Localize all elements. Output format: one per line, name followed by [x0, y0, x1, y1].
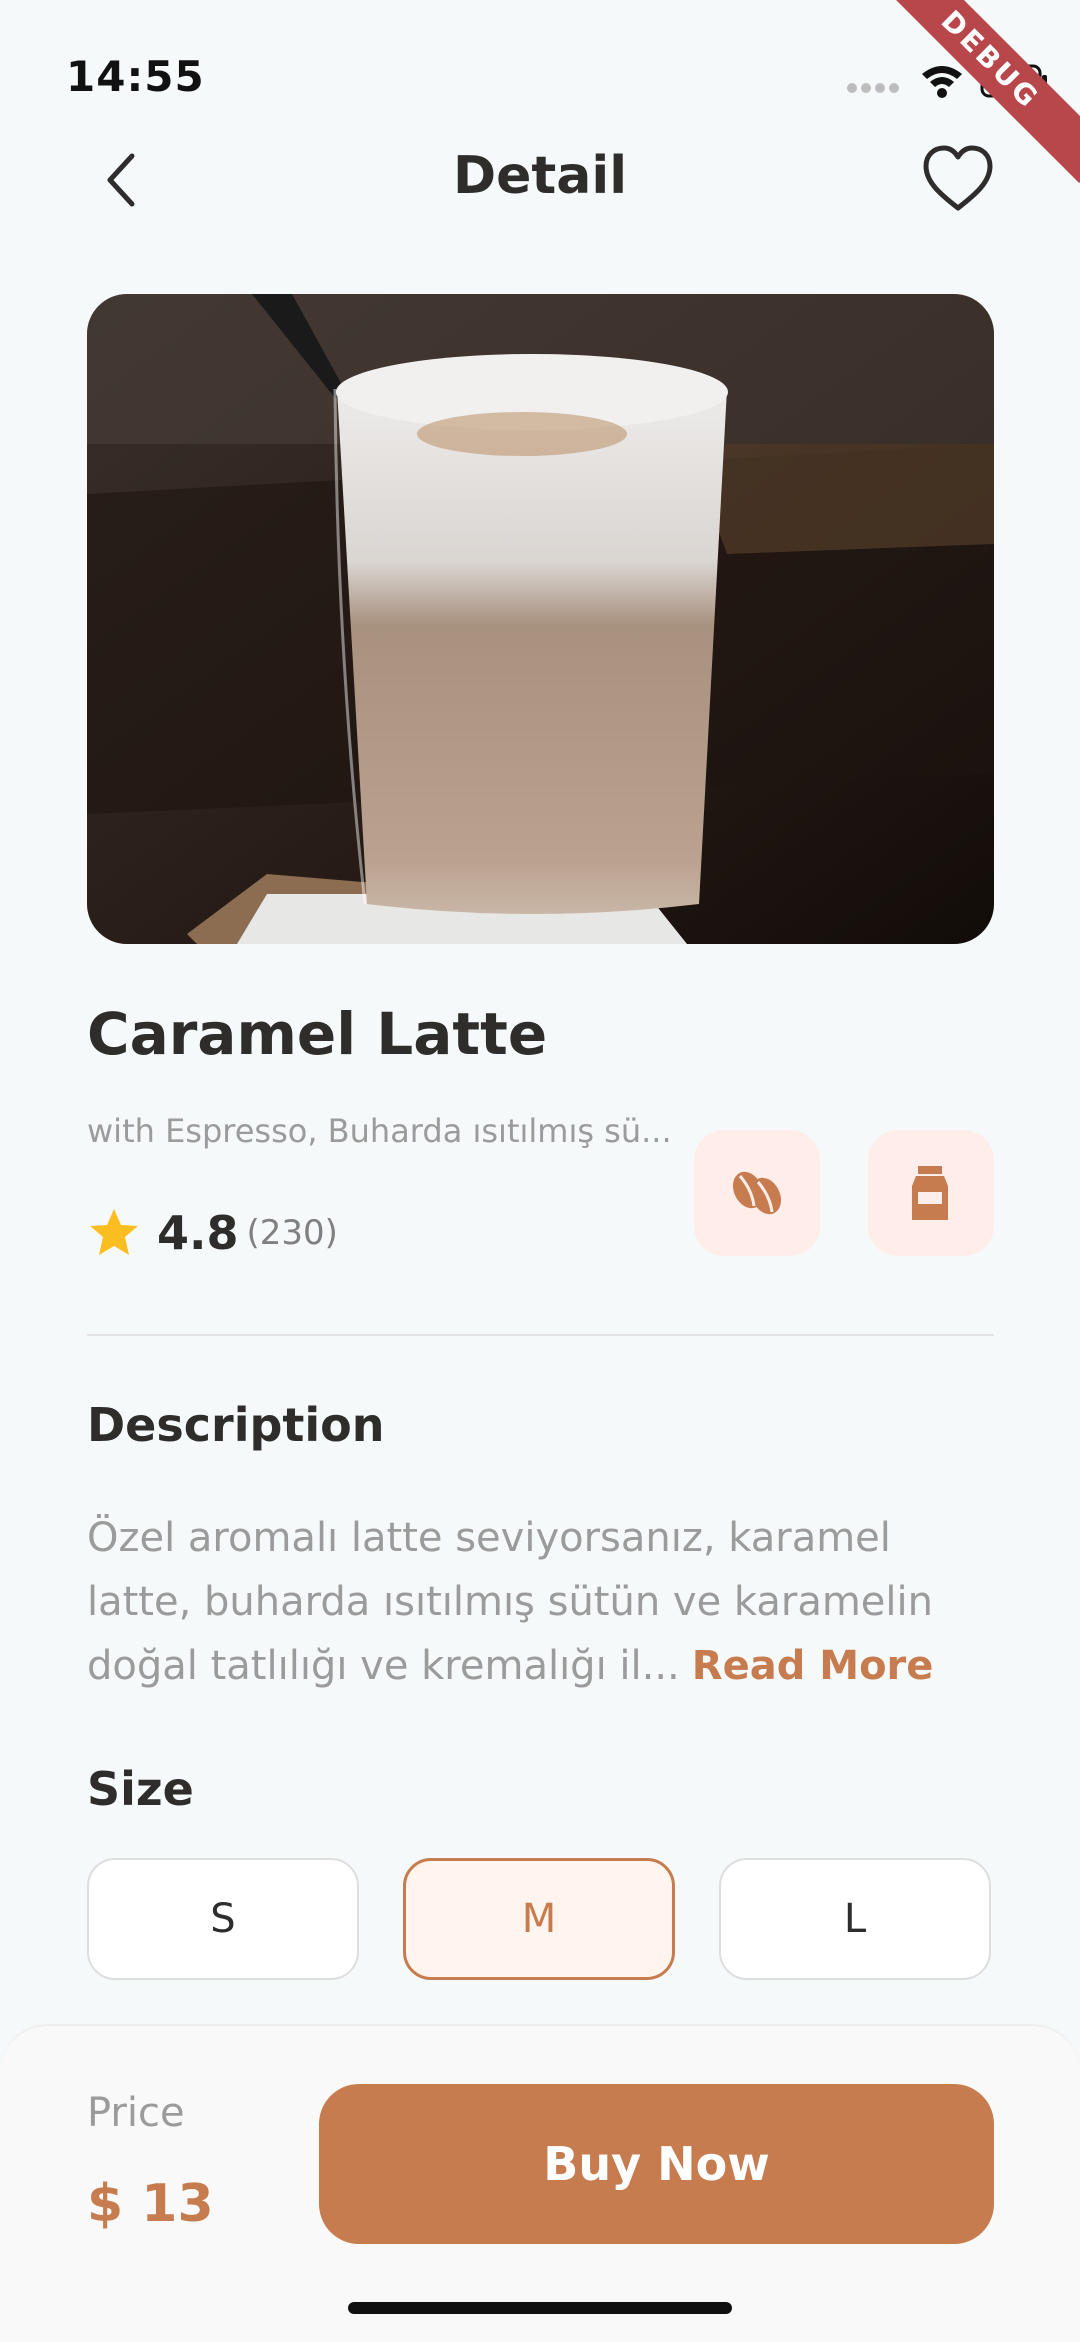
description-heading: Description [87, 1398, 385, 1452]
milk-feature-chip [868, 1130, 994, 1256]
star-icon [90, 1209, 138, 1255]
buy-now-button[interactable]: Buy Now [319, 2084, 994, 2244]
divider [87, 1334, 994, 1336]
size-heading: Size [87, 1762, 194, 1816]
product-name: Caramel Latte [87, 1000, 548, 1068]
read-more-link[interactable]: Read More [692, 1643, 934, 1689]
rating-row: 4.8 (230) [87, 1198, 338, 1268]
rating-count: (230) [246, 1213, 338, 1253]
cellular-signal-icon [847, 83, 899, 93]
heart-icon [923, 145, 993, 211]
coffee-feature-chip [694, 1130, 820, 1256]
status-time: 14:55 [66, 52, 205, 101]
coffee-bean-icon [732, 1171, 782, 1215]
description-text: Özel aromalı latte seviyorsanız, karamel… [87, 1506, 1007, 1698]
price-value: $ 13 [87, 2174, 214, 2234]
product-image [87, 294, 994, 944]
milk-carton-icon [912, 1166, 948, 1220]
home-indicator [348, 2302, 732, 2314]
wifi-icon [922, 66, 962, 98]
size-option-s[interactable]: S [87, 1858, 359, 1980]
product-subtitle: with Espresso, Buharda ısıtılmış sü... [87, 1112, 672, 1150]
price-label: Price [87, 2090, 185, 2136]
favorite-button[interactable] [920, 142, 996, 218]
rating-value: 4.8 [157, 1206, 239, 1260]
page-title: Detail [452, 146, 628, 206]
size-option-m[interactable]: M [403, 1858, 675, 1980]
size-option-l[interactable]: L [719, 1858, 991, 1980]
